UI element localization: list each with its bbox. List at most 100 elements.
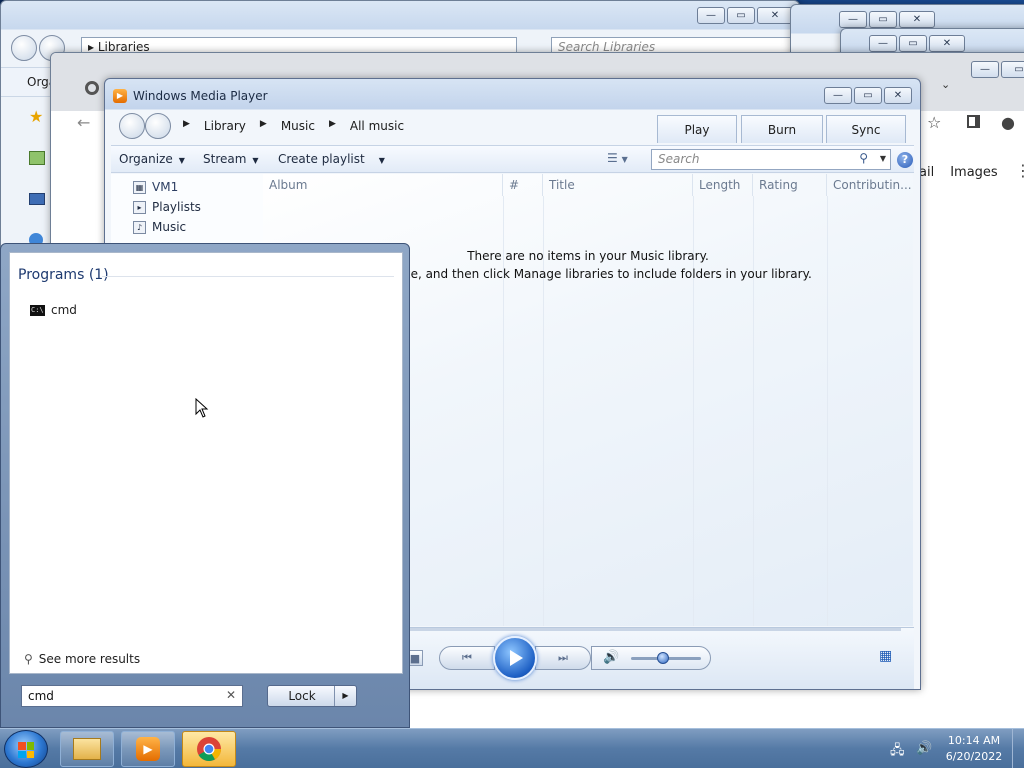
back-button[interactable]: [119, 113, 145, 139]
wmp-search-input[interactable]: Search ⚲ ▼: [651, 149, 891, 170]
playlist-icon: ▸: [133, 200, 146, 214]
computer-icon[interactable]: [29, 193, 45, 205]
bg-caption-buttons: — ▭ ✕: [839, 11, 935, 28]
wmp-caption-buttons: — ▭ ✕: [824, 87, 912, 104]
minimize-button[interactable]: —: [839, 11, 867, 28]
taskbar-explorer[interactable]: [60, 731, 114, 767]
maximize-button[interactable]: ▭: [899, 35, 927, 52]
stream-menu[interactable]: Stream ▼: [203, 152, 259, 166]
clock-time: 10:14 AM: [947, 734, 1001, 747]
organize-menu[interactable]: Organize ▼: [119, 152, 185, 166]
lock-label: Lock: [288, 689, 316, 703]
previous-button[interactable]: ⏮: [439, 646, 495, 670]
library-icon[interactable]: [29, 151, 45, 165]
network-icon[interactable]: 🖧: [890, 741, 905, 763]
tab-play-label: Play: [684, 122, 710, 137]
result-cmd[interactable]: C:\ cmd: [30, 303, 77, 317]
start-button[interactable]: [4, 730, 48, 768]
clear-icon[interactable]: ✕: [226, 688, 236, 702]
folder-icon: [73, 738, 101, 760]
tab-burn[interactable]: Burn: [741, 115, 823, 143]
column-album-label: Album: [269, 178, 308, 192]
start-search-input[interactable]: cmd ✕: [21, 685, 243, 707]
volume-knob[interactable]: [656, 652, 669, 664]
help-icon[interactable]: ?: [897, 152, 913, 168]
column-length[interactable]: Length: [693, 174, 753, 196]
chevron-down-icon[interactable]: ▼: [880, 154, 886, 163]
taskbar-wmp[interactable]: ▶: [121, 731, 175, 767]
close-button[interactable]: ✕: [899, 11, 935, 28]
back-button[interactable]: [11, 35, 37, 61]
create-playlist-button[interactable]: Create playlist ▼: [278, 152, 385, 166]
nav-item-playlists[interactable]: ▸ Playlists: [133, 200, 201, 214]
see-more-results-link[interactable]: ⚲ See more results: [24, 652, 140, 666]
switch-to-now-playing-icon[interactable]: ▦: [879, 648, 892, 664]
chevron-right-icon: ▶: [259, 119, 267, 129]
nav-item-vm1[interactable]: ▦ VM1: [133, 180, 178, 194]
close-button[interactable]: ✕: [884, 87, 912, 104]
tab-sync[interactable]: Sync: [826, 115, 906, 143]
divider: [102, 276, 394, 277]
chevron-right-icon[interactable]: ▶: [334, 686, 356, 706]
view-options-icon[interactable]: ☰ ▼: [607, 151, 628, 165]
nav-vm1-label: VM1: [152, 180, 179, 194]
crumb-library[interactable]: Library: [204, 119, 246, 133]
taskbar-chrome[interactable]: [182, 731, 236, 767]
bookmark-star-icon[interactable]: ☆: [927, 113, 941, 132]
minimize-button[interactable]: —: [869, 35, 897, 52]
music-icon: ♪: [133, 220, 146, 234]
speaker-icon[interactable]: 🔊: [603, 650, 619, 665]
chrome-logo-icon: [85, 81, 99, 95]
play-icon: [510, 650, 523, 666]
start-menu: Programs (1) C:\ cmd ⚲ See more results …: [0, 243, 410, 728]
column-title[interactable]: Title: [543, 174, 693, 196]
next-button[interactable]: ⏭: [535, 646, 591, 670]
back-arrow-icon[interactable]: ←: [77, 113, 90, 132]
side-panel-icon[interactable]: [967, 115, 980, 128]
lock-button[interactable]: Lock ▶: [267, 685, 357, 707]
minimize-button[interactable]: —: [971, 61, 999, 78]
maximize-button[interactable]: ▭: [869, 11, 897, 28]
column-contributing[interactable]: Contributin...: [827, 174, 913, 196]
column-number[interactable]: #: [503, 174, 543, 196]
show-desktop-button[interactable]: [1012, 729, 1024, 768]
apps-menu-icon[interactable]: ⋮: [1015, 161, 1024, 180]
search-icon[interactable]: ⚲: [859, 151, 868, 165]
close-button[interactable]: ✕: [929, 35, 965, 52]
column-rating[interactable]: Rating: [753, 174, 827, 196]
taskbar: ▶ 🖧 🔊 10:14 AM 6/20/2022: [0, 728, 1024, 768]
start-menu-results: Programs (1) C:\ cmd ⚲ See more results: [9, 252, 403, 674]
search-value: cmd: [28, 689, 54, 703]
chrome-caption-buttons: — ▭: [971, 61, 1024, 78]
chevron-right-icon: ▶: [183, 119, 190, 129]
tab-play[interactable]: Play: [657, 115, 737, 143]
clock[interactable]: 10:14 AM 6/20/2022: [944, 733, 1004, 765]
chevron-down-icon[interactable]: ⌄: [941, 78, 950, 91]
nav-item-music[interactable]: ♪ Music: [133, 220, 186, 234]
profile-icon[interactable]: ●: [1001, 113, 1015, 132]
maximize-button[interactable]: ▭: [854, 87, 882, 104]
maximize-button[interactable]: ▭: [1001, 61, 1024, 78]
maximize-button[interactable]: ▭: [727, 7, 755, 24]
search-icon: ⚲: [24, 652, 33, 666]
gmail-link[interactable]: ail: [919, 165, 934, 180]
images-link[interactable]: Images: [950, 165, 998, 180]
stream-label: Stream: [203, 152, 247, 166]
minimize-button[interactable]: —: [697, 7, 725, 24]
close-button[interactable]: ✕: [757, 7, 793, 24]
tab-burn-label: Burn: [767, 122, 797, 137]
chrome-icon: [197, 737, 221, 762]
bg2-caption-buttons: — ▭ ✕: [869, 35, 965, 52]
windows-logo-icon: [18, 742, 34, 758]
volume-icon[interactable]: 🔊: [916, 741, 932, 756]
tab-sync-label: Sync: [851, 122, 881, 137]
column-contributing-label: Contributin...: [833, 178, 912, 192]
play-button[interactable]: [493, 636, 537, 680]
star-icon[interactable]: ★: [29, 107, 43, 126]
minimize-button[interactable]: —: [824, 87, 852, 104]
crumb-all-music[interactable]: All music: [350, 119, 404, 133]
crumb-music[interactable]: Music: [281, 119, 315, 133]
forward-button[interactable]: [145, 113, 171, 139]
column-album[interactable]: Album: [263, 174, 503, 196]
mouse-cursor-icon: [195, 398, 209, 418]
